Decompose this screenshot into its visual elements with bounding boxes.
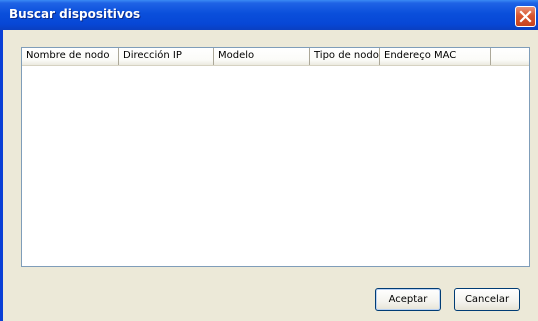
ok-button[interactable]: Aceptar	[375, 288, 441, 311]
list-header: Nombre de nodo Dirección IP Modelo Tipo …	[22, 48, 529, 66]
column-header-filler	[491, 48, 529, 65]
dialog-client-area: Nombre de nodo Dirección IP Modelo Tipo …	[3, 30, 538, 321]
device-list[interactable]: Nombre de nodo Dirección IP Modelo Tipo …	[21, 47, 530, 267]
cancel-button[interactable]: Cancelar	[454, 288, 520, 311]
column-header-model[interactable]: Modelo	[214, 48, 310, 65]
column-header-node-name[interactable]: Nombre de nodo	[22, 48, 119, 65]
list-body[interactable]	[22, 66, 529, 266]
dialog-window: Buscar dispositivos Nombre de nodo Direc…	[0, 0, 538, 321]
close-icon	[519, 10, 532, 23]
close-button[interactable]	[515, 6, 536, 27]
column-header-mac-address[interactable]: Endereço MAC	[380, 48, 491, 65]
column-header-ip-address[interactable]: Dirección IP	[119, 48, 214, 65]
title-bar[interactable]: Buscar dispositivos	[0, 0, 538, 30]
column-header-node-type[interactable]: Tipo de nodo	[310, 48, 380, 65]
window-title: Buscar dispositivos	[9, 7, 141, 21]
